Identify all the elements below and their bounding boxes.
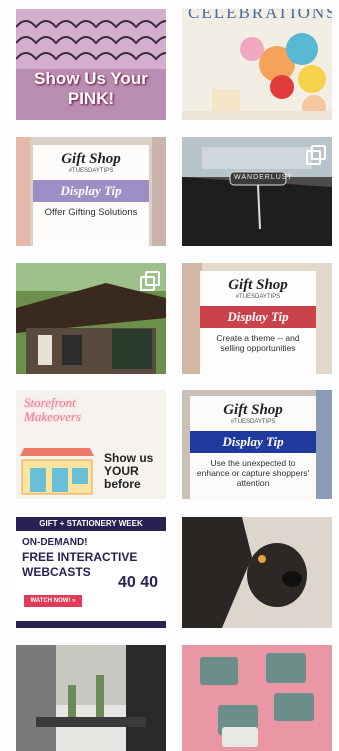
webcast-line1: ON-DEMAND! bbox=[22, 537, 88, 548]
pouches-photo bbox=[182, 645, 332, 751]
post-tile-dog[interactable] bbox=[182, 517, 332, 628]
tip-card: Gift Shop #TUESDAYTIPS Display Tip Offer… bbox=[33, 145, 149, 246]
card-band: Display Tip bbox=[190, 431, 316, 453]
card-tag: #TUESDAYTIPS bbox=[68, 168, 114, 174]
card-heading: Gift Shop bbox=[61, 151, 121, 167]
card-tag: #TUESDAYTIPS bbox=[230, 419, 276, 425]
post-tile-storefront-makeovers[interactable]: Storefront Makeovers Show us YOUR before bbox=[16, 390, 166, 499]
post-tile-storefront[interactable] bbox=[16, 263, 166, 374]
multiple-photos-icon bbox=[140, 271, 160, 291]
webcast-footer-bar bbox=[16, 621, 166, 628]
webcast-line3: WEBCASTS bbox=[22, 565, 91, 579]
post-tile-celebrations[interactable]: CELEBRATIONS bbox=[182, 9, 332, 120]
pink-post-caption: Show Us Your PINK! bbox=[34, 69, 148, 108]
card-subtitle: Use the unexpected to enhance or capture… bbox=[196, 458, 310, 488]
post-tile-pouches[interactable] bbox=[182, 645, 332, 751]
webcast-logo: 40 40 bbox=[117, 574, 159, 591]
display-table-photo bbox=[16, 645, 166, 751]
celebrations-title: CELEBRATIONS bbox=[188, 9, 332, 22]
post-tile-display-tip-unexpected[interactable]: Gift Shop #TUESDAYTIPS Display Tip Use t… bbox=[182, 390, 332, 499]
tip-card: Gift Shop #TUESDAYTIPS Display Tip Use t… bbox=[190, 396, 316, 499]
post-tile-car-wanderlust[interactable]: WANDERLUST bbox=[182, 137, 332, 246]
card-subtitle: Offer Gifting Solutions bbox=[44, 207, 138, 218]
post-tile-display-table[interactable] bbox=[16, 645, 166, 751]
card-subtitle: Create a theme -- and selling opportunit… bbox=[216, 333, 300, 353]
neon-title: Storefront Makeovers bbox=[24, 395, 82, 424]
post-grid: Show Us Your PINK! CELEBRATIONS Gift Sho… bbox=[0, 0, 339, 751]
dog-photo bbox=[182, 517, 332, 628]
card-tag: #TUESDAYTIPS bbox=[235, 294, 281, 300]
card-band: Display Tip bbox=[33, 180, 149, 202]
card-heading: Gift Shop bbox=[223, 402, 283, 418]
card-band: Display Tip bbox=[200, 306, 316, 328]
makeover-caption: Show us YOUR before bbox=[104, 451, 154, 491]
post-tile-display-tip-theme[interactable]: Gift Shop #TUESDAYTIPS Display Tip Creat… bbox=[182, 263, 332, 374]
tip-card: Gift Shop #TUESDAYTIPS Display Tip Creat… bbox=[200, 271, 316, 374]
party-decor-image bbox=[182, 9, 332, 120]
post-tile-display-tip-gifting[interactable]: Gift Shop #TUESDAYTIPS Display Tip Offer… bbox=[16, 137, 166, 246]
keychain-label: WANDERLUST bbox=[234, 174, 293, 181]
watch-now-button[interactable]: WATCH NOW! » bbox=[24, 595, 82, 607]
card-heading: Gift Shop bbox=[228, 277, 288, 293]
post-tile-show-us-your-pink[interactable]: Show Us Your PINK! bbox=[16, 9, 166, 120]
webcast-line2: FREE INTERACTIVE bbox=[22, 550, 138, 564]
webcast-header: GIFT + STATIONERY WEEK bbox=[16, 517, 166, 531]
post-tile-webcast[interactable]: GIFT + STATIONERY WEEK ON-DEMAND! FREE I… bbox=[16, 517, 166, 628]
multiple-photos-icon bbox=[306, 145, 326, 165]
